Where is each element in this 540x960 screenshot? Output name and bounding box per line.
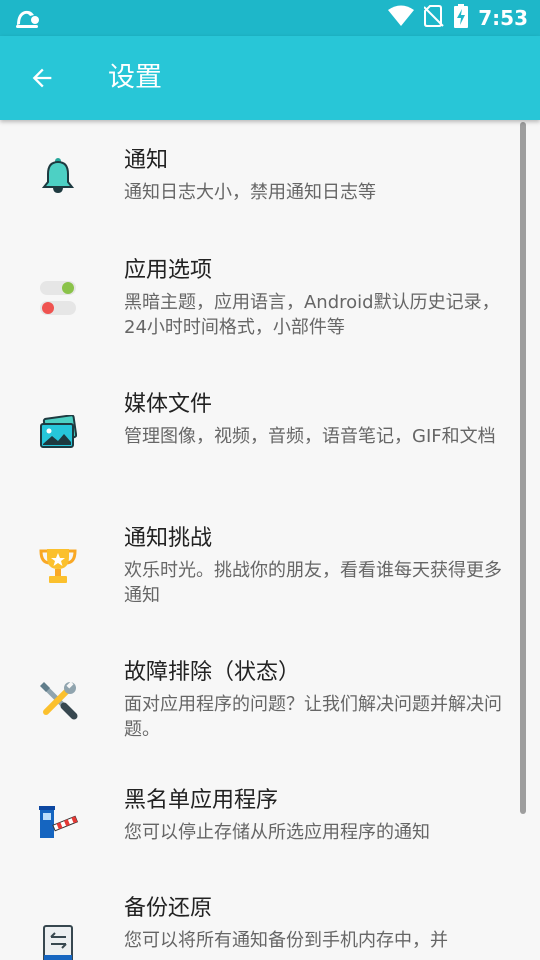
- page-title: 设置: [108, 62, 162, 93]
- settings-item-blacklist[interactable]: 黑名单应用程序 您可以停止存储从所选应用程序的通知: [0, 784, 540, 892]
- picture-icon: [36, 410, 80, 454]
- settings-item-subtitle: 通知日志大小，禁用通知日志等: [124, 182, 376, 203]
- toggle-switch-icon: [36, 276, 80, 320]
- settings-item-subtitle: 面对应用程序的问题？让我们解决问题并解决问题。: [124, 694, 502, 740]
- settings-item-subtitle: 黑暗主题，应用语言，Android默认历史记录，24小时时间格式，小部件等: [124, 292, 500, 338]
- settings-item-notification[interactable]: 通知 通知日志大小，禁用通知日志等: [0, 120, 540, 248]
- bell-icon: [36, 154, 80, 198]
- settings-item-title: 应用选项: [124, 258, 213, 283]
- settings-item-troubleshoot[interactable]: 故障排除（状态） 面对应用程序的问题？让我们解决问题并解决问题。: [0, 650, 540, 784]
- app-bar: 设置: [0, 36, 540, 120]
- settings-item-subtitle: 欢乐时光。挑战你的朋友，看看谁每天获得更多通知: [124, 560, 502, 606]
- backup-icon: [36, 922, 80, 960]
- notification-app-icon: [14, 7, 40, 29]
- settings-item-subtitle: 您可以停止存储从所选应用程序的通知: [124, 822, 430, 843]
- settings-item-title: 备份还原: [124, 896, 213, 921]
- wifi-icon: [388, 5, 415, 31]
- settings-list: 通知 通知日志大小，禁用通知日志等 应用选项 黑暗主题，应用语言，Android…: [0, 120, 540, 960]
- settings-item-title: 通知: [124, 148, 169, 173]
- no-sim-icon: [423, 5, 444, 31]
- settings-item-backup[interactable]: 备份还原 您可以将所有通知备份到手机内存中，并: [0, 892, 540, 960]
- settings-item-subtitle: 您可以将所有通知备份到手机内存中，并: [124, 930, 448, 951]
- status-time: 7:53: [478, 6, 528, 30]
- settings-item-title: 故障排除（状态）: [124, 660, 301, 685]
- scrollbar[interactable]: [520, 122, 526, 814]
- arrow-left-icon: [32, 68, 52, 88]
- settings-item-title: 通知挑战: [124, 526, 213, 551]
- settings-item-app-options[interactable]: 应用选项 黑暗主题，应用语言，Android默认历史记录，24小时时间格式，小部…: [0, 248, 540, 382]
- settings-item-media[interactable]: 媒体文件 管理图像，视频，音频，语音笔记，GIF和文档: [0, 382, 540, 516]
- back-button[interactable]: [24, 60, 60, 96]
- battery-charging-icon: [454, 4, 469, 32]
- barrier-icon: [36, 800, 80, 844]
- tools-icon: [36, 678, 80, 722]
- settings-item-subtitle: 管理图像，视频，音频，语音笔记，GIF和文档: [124, 426, 496, 447]
- settings-item-title: 黑名单应用程序: [124, 788, 279, 813]
- trophy-icon: [36, 544, 80, 588]
- status-bar: 7:53: [0, 0, 540, 36]
- settings-item-challenge[interactable]: 通知挑战 欢乐时光。挑战你的朋友，看看谁每天获得更多通知: [0, 516, 540, 650]
- settings-item-title: 媒体文件: [124, 392, 213, 417]
